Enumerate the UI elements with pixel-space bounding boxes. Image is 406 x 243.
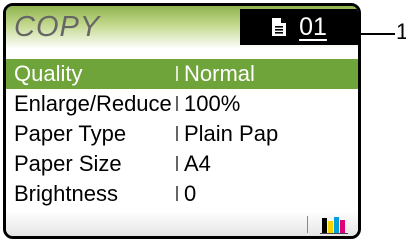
setting-separator — [176, 66, 178, 81]
mode-title: COPY — [14, 11, 101, 43]
setting-label: Quality — [14, 61, 83, 86]
settings-list: Quality Normal Enlarge/Reduce 100% Paper… — [6, 59, 358, 209]
setting-row-paper-size[interactable]: Paper Size A4 — [6, 149, 358, 179]
setting-separator — [176, 96, 178, 111]
setting-value: 100% — [184, 91, 241, 116]
title-bar: COPY 01 — [6, 6, 358, 49]
setting-label: Paper Size — [14, 151, 122, 176]
ink-level-icon — [320, 217, 348, 234]
setting-label: Paper Type — [14, 121, 127, 146]
setting-row-quality[interactable]: Quality Normal — [6, 59, 358, 89]
document-icon — [272, 18, 287, 36]
setting-value: Plain Pap — [184, 121, 279, 146]
callout-number: 1 — [396, 19, 406, 44]
setting-value: Normal — [184, 61, 255, 86]
setting-label: Brightness — [14, 181, 118, 206]
status-separator — [307, 216, 308, 233]
setting-row-paper-type[interactable]: Paper Type Plain Pap — [6, 119, 358, 149]
setting-value: 0 — [184, 181, 197, 206]
copies-count: 01 — [299, 12, 327, 41]
setting-row-enlarge-reduce[interactable]: Enlarge/Reduce 100% — [6, 89, 358, 119]
copies-indicator: 01 — [240, 9, 358, 45]
status-bar — [6, 211, 358, 236]
setting-label: Enlarge/Reduce — [14, 91, 172, 116]
callout-line — [361, 33, 395, 35]
setting-value: A4 — [184, 151, 211, 176]
setting-separator — [176, 186, 178, 201]
lcd-screen: COPY 01 Quality Normal Enlarge/Reduce 10… — [3, 3, 361, 239]
setting-separator — [176, 126, 178, 141]
setting-row-brightness[interactable]: Brightness 0 — [6, 179, 358, 209]
setting-separator — [176, 156, 178, 171]
